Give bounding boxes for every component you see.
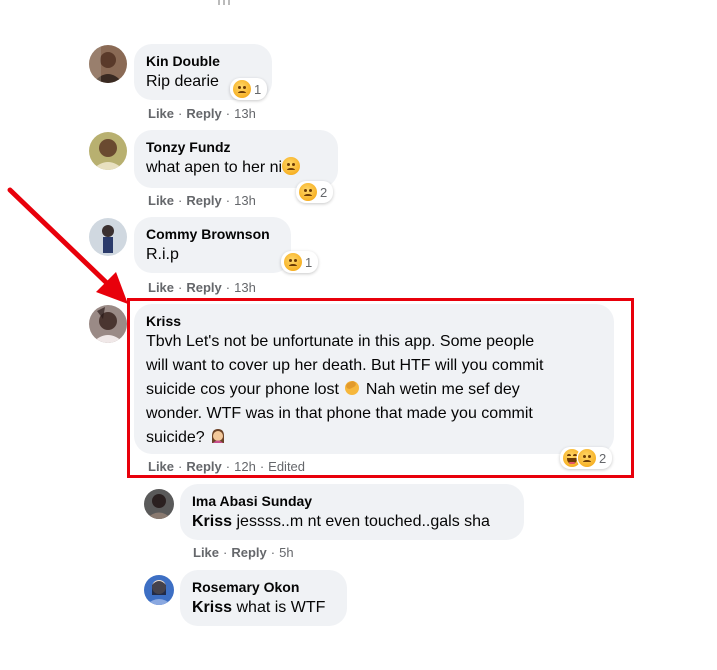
timestamp[interactable]: 13h: [234, 193, 256, 208]
reaction-summary[interactable]: 1: [230, 78, 268, 100]
comment-author[interactable]: Tonzy Fundz: [146, 138, 326, 156]
timestamp[interactable]: 13h: [234, 106, 256, 121]
avatar[interactable]: [144, 575, 174, 605]
timestamp[interactable]: 13h: [234, 280, 256, 295]
like-button[interactable]: Like: [148, 106, 174, 121]
timestamp[interactable]: 5h: [279, 545, 293, 560]
highlight-box: [127, 298, 634, 478]
like-button[interactable]: Like: [148, 193, 174, 208]
avatar[interactable]: [89, 45, 127, 83]
reply-text: Kriss what is WTF: [192, 599, 325, 616]
comment-actions: Like · Reply · 13h: [148, 280, 256, 295]
reply-bubble: Rosemary Okon Kriss what is WTF: [180, 570, 347, 626]
sad-emoji-icon: [282, 157, 301, 175]
reaction-count: 2: [320, 184, 328, 200]
reply-button[interactable]: Reply: [186, 106, 221, 121]
reaction-summary[interactable]: 1: [281, 251, 319, 273]
reply-bubble: Ima Abasi Sunday Kriss jessss..m nt even…: [180, 484, 524, 540]
reaction-summary[interactable]: 2: [296, 181, 334, 203]
reply-actions: Like · Reply · 5h: [193, 545, 294, 560]
sad-reaction-icon: [233, 80, 251, 98]
comment-text: Rip dearie: [146, 73, 219, 90]
reply-text-content: jessss..m nt even touched..gals sha: [236, 513, 490, 530]
sad-reaction-icon: [299, 183, 317, 201]
comment-actions: Like · Reply · 13h: [148, 193, 256, 208]
comment-text-content: what apen to her ni: [146, 159, 283, 176]
comment-bubble: Tonzy Fundz what apen to her ni: [134, 130, 338, 188]
comment-text: what apen to her ni: [146, 157, 301, 176]
reaction-count: 1: [305, 254, 313, 270]
reply-text-content: what is WTF: [236, 599, 326, 616]
mention-link[interactable]: Kriss: [192, 513, 232, 530]
like-button[interactable]: Like: [148, 280, 174, 295]
comment-bubble: Commy Brownson R.i.p: [134, 217, 291, 273]
comment-actions: Like · Reply · 13h: [148, 106, 256, 121]
comment-author[interactable]: Kin Double: [146, 52, 260, 70]
reaction-count: 1: [254, 81, 262, 97]
avatar[interactable]: [144, 489, 174, 519]
reply-button[interactable]: Reply: [186, 193, 221, 208]
comment-author[interactable]: Commy Brownson: [146, 225, 279, 243]
reply-button[interactable]: Reply: [231, 545, 266, 560]
comment-text: R.i.p: [146, 246, 179, 263]
sad-reaction-icon: [284, 253, 302, 271]
reply-author[interactable]: Ima Abasi Sunday: [192, 492, 512, 510]
reply-author[interactable]: Rosemary Okon: [192, 578, 335, 596]
avatar[interactable]: [89, 305, 127, 343]
mention-link[interactable]: Kriss: [192, 599, 232, 616]
red-arrow-annotation: [7, 187, 128, 304]
avatar[interactable]: [89, 132, 127, 170]
cropped-fragment: [218, 0, 230, 5]
reply-text: Kriss jessss..m nt even touched..gals sh…: [192, 513, 490, 530]
like-button[interactable]: Like: [193, 545, 219, 560]
reply-button[interactable]: Reply: [186, 280, 221, 295]
